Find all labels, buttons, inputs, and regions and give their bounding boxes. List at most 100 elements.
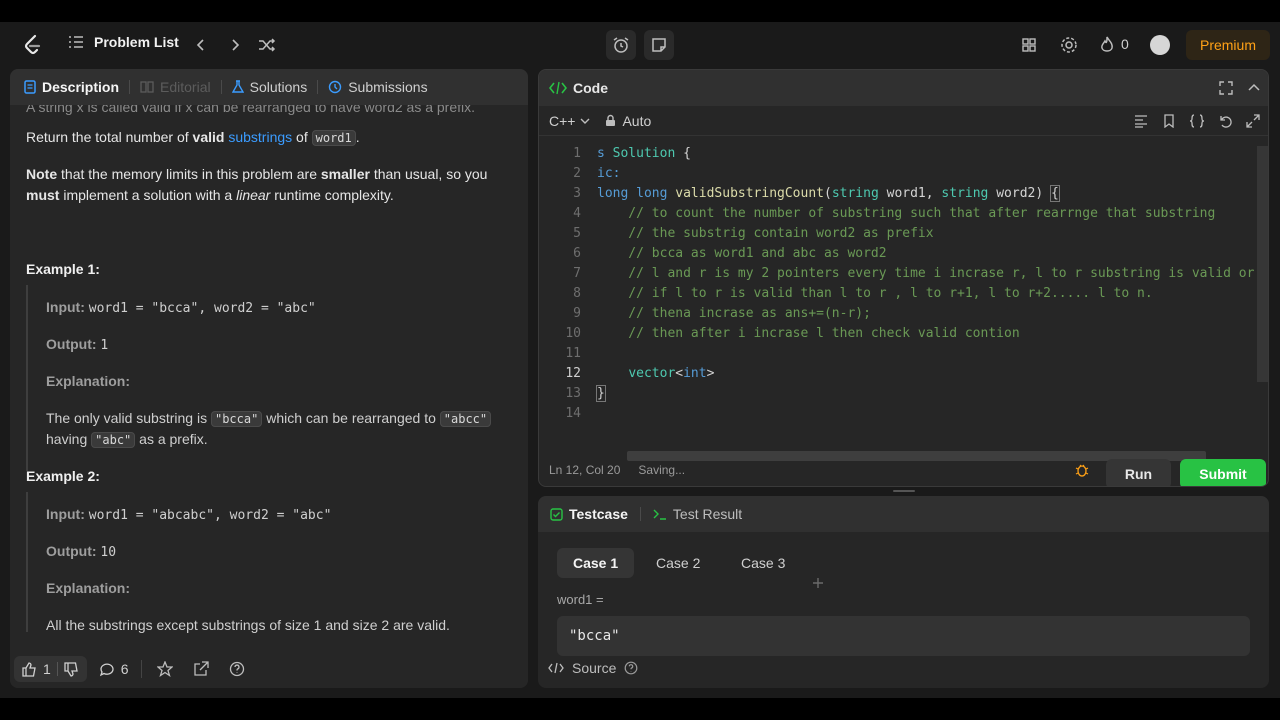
star-icon[interactable] xyxy=(154,658,176,680)
mode-label: Auto xyxy=(622,112,652,129)
substrings-link[interactable]: substrings xyxy=(228,129,292,145)
code-comment: // the substrig contain word2 as prefix xyxy=(597,226,934,241)
notes-button[interactable] xyxy=(644,30,674,60)
token-keyword: long long xyxy=(597,186,668,201)
shuffle-icon[interactable] xyxy=(256,34,278,56)
layout-grid-icon[interactable] xyxy=(1018,34,1040,56)
example-1-title: Example 1: xyxy=(26,261,100,277)
bookmark-icon[interactable] xyxy=(1163,114,1175,128)
chevron-up-icon[interactable] xyxy=(1247,81,1261,95)
expand-icon[interactable] xyxy=(1246,114,1260,128)
problem-list-label: Problem List xyxy=(94,34,179,50)
maximize-icon[interactable] xyxy=(1219,81,1233,95)
inline-code: "bcca" xyxy=(210,411,263,427)
word1-input[interactable]: "bcca" xyxy=(557,616,1250,656)
case-1-tab[interactable]: Case 1 xyxy=(557,548,635,578)
code-line: s Solution { xyxy=(597,146,691,161)
source-link[interactable]: Source xyxy=(548,660,638,676)
paragraph-return: Return the total number of valid substri… xyxy=(26,127,360,149)
code-brackets-icon xyxy=(549,81,567,95)
code-comment: // bcca as word1 and abc as word2 xyxy=(597,246,887,261)
text: The only valid substring is xyxy=(46,410,211,426)
vertical-scrollbar[interactable] xyxy=(1257,146,1268,382)
text: of xyxy=(292,129,312,145)
tab-testcase[interactable]: Testcase xyxy=(550,506,628,522)
thumbs-down-icon[interactable] xyxy=(64,661,79,677)
tab-editorial[interactable]: Editorial xyxy=(140,79,211,95)
tab-solutions[interactable]: Solutions xyxy=(231,79,307,95)
token-keyword: int xyxy=(683,366,707,381)
thumbs-up-icon[interactable] xyxy=(22,661,37,677)
example-2-title: Example 2: xyxy=(26,468,100,484)
tab-description[interactable]: Description xyxy=(24,79,119,95)
avatar[interactable] xyxy=(1150,35,1170,55)
book-icon xyxy=(140,81,154,93)
text: implement a solution with a xyxy=(59,187,237,203)
prev-problem-icon[interactable] xyxy=(190,34,212,56)
top-nav: Problem List 0 Premium xyxy=(0,22,1280,68)
format-lines-icon[interactable] xyxy=(1134,114,1148,128)
case-3-tab[interactable]: Case 3 xyxy=(725,548,801,578)
text-italic: linear xyxy=(236,187,271,203)
braces-icon[interactable] xyxy=(1189,114,1205,128)
code-comment: // if l to r is valid than l to r , l to… xyxy=(597,286,1153,301)
example-1-explanation-line2: having "abc" as a prefix. xyxy=(46,429,208,451)
tab-divider xyxy=(220,80,222,94)
line-number: 8 xyxy=(573,286,581,301)
submit-button[interactable]: Submit xyxy=(1180,459,1266,486)
share-icon[interactable] xyxy=(190,658,212,680)
label: Output: xyxy=(46,543,97,559)
code-editor[interactable]: 1 2 3 4 5 6 7 8 9 10 11 12 13 14 s Solut… xyxy=(539,146,1268,436)
bracket-match: { xyxy=(1050,185,1060,202)
terminal-icon xyxy=(653,509,666,520)
problem-list-button[interactable]: Problem List xyxy=(68,34,179,50)
description-panel: A string x is called valid if x can be r… xyxy=(10,69,528,688)
resize-handle[interactable] xyxy=(893,490,915,492)
code-status-bar: Ln 12, Col 20 Saving... Run Submit xyxy=(539,453,1268,486)
tab-divider xyxy=(317,80,319,94)
text-bold: valid xyxy=(192,129,225,145)
code-panel: Code C++ Auto 1 2 3 4 5 6 7 8 9 10 11 12… xyxy=(538,69,1269,487)
text: which can be rearranged to xyxy=(262,410,440,426)
example-1-explanation-line1: The only valid substring is "bcca" which… xyxy=(46,408,492,430)
inline-code: "abcc" xyxy=(439,411,492,427)
value: word1 = "bcca", word2 = "abc" xyxy=(88,301,316,316)
testcase-tabs: Testcase Test Result xyxy=(538,496,1269,532)
case-2-tab[interactable]: Case 2 xyxy=(640,548,716,578)
line-number: 10 xyxy=(565,326,581,341)
code-line: vector<int> xyxy=(628,366,715,381)
auto-mode-toggle[interactable]: Auto xyxy=(605,113,651,129)
premium-button[interactable]: Premium xyxy=(1186,30,1270,60)
undo-icon[interactable] xyxy=(1218,114,1232,128)
tab-test-result[interactable]: Test Result xyxy=(653,506,742,522)
help-icon[interactable] xyxy=(226,658,248,680)
next-problem-icon[interactable] xyxy=(224,34,246,56)
timer-button[interactable] xyxy=(606,30,636,60)
add-case-icon[interactable] xyxy=(812,577,824,589)
like-dislike-group: 1 xyxy=(14,656,87,682)
cursor-position: Ln 12, Col 20 xyxy=(549,463,621,477)
fire-icon[interactable] xyxy=(1096,34,1118,56)
flask-icon xyxy=(231,80,244,93)
gear-icon[interactable] xyxy=(1058,34,1080,56)
token-type: string xyxy=(831,186,879,201)
label: Input: xyxy=(46,506,85,522)
chevron-down-icon xyxy=(580,118,590,124)
line-number: 4 xyxy=(573,206,581,221)
comment-icon xyxy=(99,663,114,676)
run-button[interactable]: Run xyxy=(1106,459,1171,486)
debug-bug-icon[interactable] xyxy=(1074,462,1090,478)
inline-code: "abc" xyxy=(91,432,136,448)
help-icon[interactable] xyxy=(624,661,638,675)
comments-button[interactable]: 6 xyxy=(99,661,129,677)
example-2-block: Input: word1 = "abcabc", word2 = "abc" O… xyxy=(26,492,516,633)
code-line: ic: xyxy=(597,166,620,181)
saving-status: Saving... xyxy=(638,463,686,477)
tab-submissions[interactable]: Submissions xyxy=(328,79,428,95)
language-select[interactable]: C++ xyxy=(549,113,591,129)
list-icon xyxy=(69,36,83,48)
leetcode-logo-icon[interactable] xyxy=(22,34,42,56)
token-function: validSubstringCount xyxy=(675,186,824,201)
text-bold: must xyxy=(26,187,60,203)
description-footer: 1 6 xyxy=(10,650,528,688)
